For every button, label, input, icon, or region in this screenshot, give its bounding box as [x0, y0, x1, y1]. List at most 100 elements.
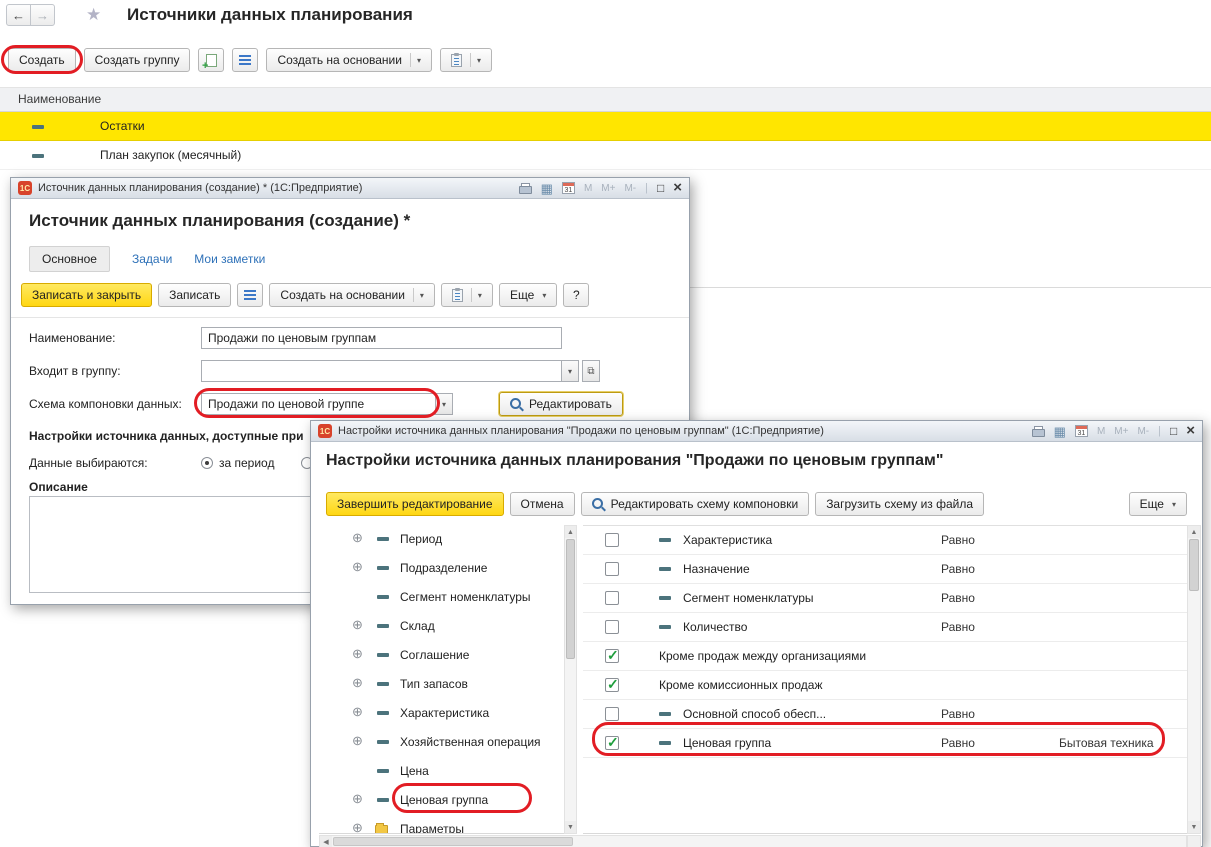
condition-row[interactable]: Кроме комиссионных продаж: [583, 671, 1187, 700]
create-group-button[interactable]: Создать группу: [84, 48, 191, 72]
scrollbar-thumb[interactable]: [1189, 539, 1199, 591]
list-settings-button[interactable]: [237, 283, 263, 307]
reports-menu-button[interactable]: ▾: [440, 48, 492, 72]
edit-schema-button[interactable]: Редактировать схему компоновки: [581, 492, 810, 516]
tree-item-segment[interactable]: ⊕Сегмент номенклатуры: [319, 583, 564, 612]
memory-minus-button[interactable]: M-: [624, 183, 636, 194]
scroll-down-icon[interactable]: ▼: [1188, 821, 1200, 833]
expand-icon[interactable]: ⊕: [352, 705, 363, 718]
condition-row[interactable]: ХарактеристикаРавно: [583, 526, 1187, 555]
schema-dropdown-button[interactable]: ▾: [435, 393, 453, 415]
condition-row[interactable]: НазначениеРавно: [583, 555, 1187, 584]
back-button[interactable]: ←: [6, 4, 31, 26]
horizontal-scrollbar[interactable]: ◀: [319, 835, 1187, 847]
table-row[interactable]: План закупок (месячный): [0, 141, 1211, 170]
favorite-star-icon[interactable]: ★: [86, 5, 101, 25]
more-button[interactable]: Еще▾: [499, 283, 557, 307]
print-icon[interactable]: [519, 183, 532, 194]
condition-checkbox[interactable]: [605, 736, 619, 750]
scrollbar-thumb[interactable]: [566, 539, 575, 659]
scrollbar-thumb[interactable]: [333, 837, 573, 846]
edit-schema-button[interactable]: Редактировать: [499, 392, 623, 416]
create-based-on-button[interactable]: Создать на основании▾: [269, 283, 435, 307]
condition-checkbox[interactable]: [605, 620, 619, 634]
conditions-scrollbar[interactable]: ▲ ▼: [1187, 525, 1201, 834]
print-icon[interactable]: [1032, 426, 1045, 437]
cancel-button[interactable]: Отмена: [510, 492, 575, 516]
group-dropdown-button[interactable]: ▾: [561, 360, 579, 382]
calendar-icon[interactable]: [562, 182, 575, 194]
spreadsheet-icon[interactable]: ▦: [1054, 425, 1066, 438]
settings-dialog-titlebar[interactable]: 1С Настройки источника данных планирован…: [311, 421, 1202, 442]
tree-item-stock-type[interactable]: ⊕Тип запасов: [319, 670, 564, 699]
load-schema-button[interactable]: Загрузить схему из файла: [815, 492, 984, 516]
spreadsheet-icon[interactable]: ▦: [541, 182, 553, 195]
close-icon[interactable]: ×: [1186, 425, 1195, 437]
condition-checkbox[interactable]: [605, 649, 619, 663]
copy-button[interactable]: [198, 48, 224, 72]
condition-row[interactable]: Кроме продаж между организациями: [583, 642, 1187, 671]
memory-minus-button[interactable]: M-: [1137, 426, 1149, 437]
tree-item-parameters[interactable]: ⊕Параметры: [319, 815, 564, 834]
tree-item-period[interactable]: ⊕Период: [319, 525, 564, 554]
scroll-down-icon[interactable]: ▼: [565, 821, 576, 833]
create-dialog-titlebar[interactable]: 1С Источник данных планирования (создани…: [11, 178, 689, 199]
expand-icon[interactable]: ⊕: [352, 560, 363, 573]
memory-m-button[interactable]: M: [1097, 426, 1105, 437]
tree-item-price-group[interactable]: ⊕Ценовая группа: [319, 786, 564, 815]
condition-checkbox[interactable]: [605, 533, 619, 547]
condition-checkbox[interactable]: [605, 562, 619, 576]
save-and-close-button[interactable]: Записать и закрыть: [21, 283, 152, 307]
tab-notes[interactable]: Мои заметки: [194, 252, 265, 266]
expand-icon[interactable]: ⊕: [352, 647, 363, 660]
condition-checkbox[interactable]: [605, 707, 619, 721]
condition-row[interactable]: КоличествоРавно: [583, 613, 1187, 642]
tree-item-warehouse[interactable]: ⊕Склад: [319, 612, 564, 641]
condition-checkbox[interactable]: [605, 678, 619, 692]
maximize-icon[interactable]: □: [657, 181, 664, 195]
more-button[interactable]: Еще▾: [1129, 492, 1187, 516]
scroll-up-icon[interactable]: ▲: [1188, 526, 1200, 538]
tree-item-department[interactable]: ⊕Подразделение: [319, 554, 564, 583]
help-button[interactable]: ?: [563, 283, 589, 307]
reports-menu-button[interactable]: ▾: [441, 283, 493, 307]
column-header-name[interactable]: Наименование: [0, 87, 1211, 112]
calendar-icon[interactable]: [1075, 425, 1088, 437]
table-row[interactable]: Остатки: [0, 112, 1211, 141]
scroll-up-icon[interactable]: ▲: [565, 526, 576, 538]
condition-checkbox[interactable]: [605, 591, 619, 605]
list-settings-button[interactable]: [232, 48, 258, 72]
tree-scrollbar[interactable]: ▲ ▼: [564, 525, 577, 834]
expand-icon[interactable]: ⊕: [352, 618, 363, 631]
close-icon[interactable]: ×: [673, 182, 682, 194]
condition-row[interactable]: Сегмент номенклатурыРавно: [583, 584, 1187, 613]
create-based-on-button[interactable]: Создать на основании▾: [266, 48, 432, 72]
memory-plus-button[interactable]: M+: [601, 183, 615, 194]
condition-row-price-group[interactable]: Ценовая группаРавноБытовая техника: [583, 729, 1187, 758]
condition-row[interactable]: Основной способ обесп...Равно: [583, 700, 1187, 729]
tree-item-price[interactable]: ⊕Цена: [319, 757, 564, 786]
tab-tasks[interactable]: Задачи: [132, 252, 172, 266]
tree-item-business-operation[interactable]: ⊕Хозяйственная операция: [319, 728, 564, 757]
expand-icon[interactable]: ⊕: [352, 821, 363, 834]
maximize-icon[interactable]: □: [1170, 424, 1177, 438]
expand-icon[interactable]: ⊕: [352, 792, 363, 805]
group-field[interactable]: [201, 360, 562, 382]
expand-icon[interactable]: ⊕: [352, 531, 363, 544]
forward-button[interactable]: →: [30, 4, 55, 26]
memory-plus-button[interactable]: M+: [1114, 426, 1128, 437]
radio-period[interactable]: [201, 457, 213, 469]
expand-icon[interactable]: ⊕: [352, 676, 363, 689]
save-button[interactable]: Записать: [158, 283, 231, 307]
schema-field[interactable]: Продажи по ценовой группе: [201, 393, 436, 415]
tree-item-characteristic[interactable]: ⊕Характеристика: [319, 699, 564, 728]
tab-main[interactable]: Основное: [29, 246, 110, 272]
scroll-left-icon[interactable]: ◀: [320, 836, 332, 847]
tree-item-agreement[interactable]: ⊕Соглашение: [319, 641, 564, 670]
finish-editing-button[interactable]: Завершить редактирование: [326, 492, 504, 516]
memory-m-button[interactable]: M: [584, 183, 592, 194]
group-open-button[interactable]: ⧉: [582, 360, 600, 382]
create-button[interactable]: Создать: [8, 48, 76, 72]
expand-icon[interactable]: ⊕: [352, 734, 363, 747]
name-field[interactable]: Продажи по ценовым группам: [201, 327, 562, 349]
